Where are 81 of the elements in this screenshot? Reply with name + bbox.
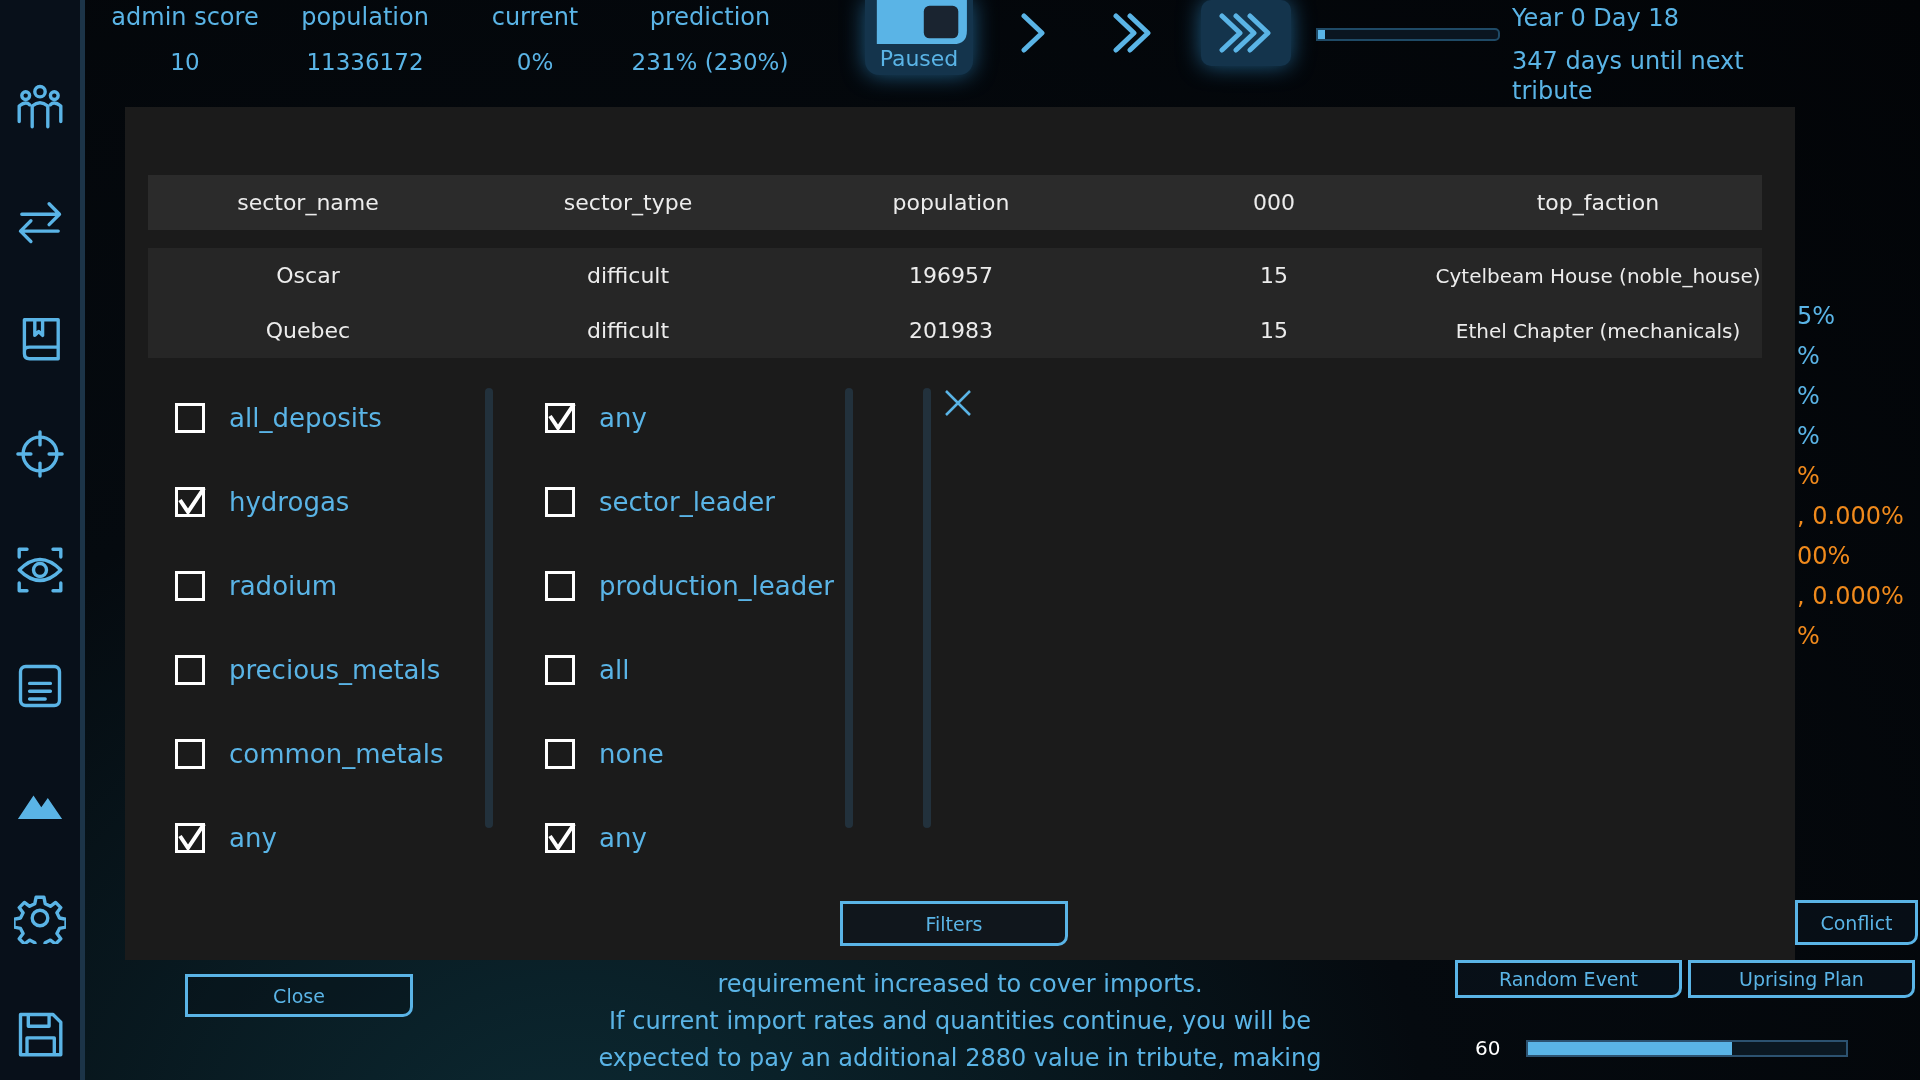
uprising-plan-button[interactable]: Uprising Plan	[1688, 960, 1915, 998]
column-header[interactable]: population	[788, 190, 1114, 215]
checkbox-label[interactable]: common_metals	[229, 739, 444, 769]
stat-label: prediction	[649, 3, 771, 31]
table-cell-text: difficult	[585, 263, 671, 288]
checkbox[interactable]	[175, 571, 205, 601]
percentage-value: , 0.000%	[1797, 502, 1905, 530]
percentage-value: %	[1797, 422, 1821, 450]
checkbox-label[interactable]: none	[599, 739, 664, 769]
scrollbar[interactable]	[845, 388, 853, 828]
pause-button[interactable]: Paused	[865, 0, 973, 75]
random-event-button[interactable]: Random Event	[1455, 960, 1682, 998]
checkbox-label[interactable]: production_leader	[599, 571, 834, 601]
checkbox[interactable]	[175, 487, 205, 517]
checkbox[interactable]	[545, 571, 575, 601]
stat-value: 11336172	[306, 49, 424, 75]
column-header[interactable]: sector_type	[468, 190, 788, 215]
checkbox[interactable]	[545, 403, 575, 433]
checkbox-label[interactable]: any	[599, 403, 647, 433]
checkbox-label[interactable]: precious_metals	[229, 655, 441, 685]
percentage-value: 00%	[1797, 542, 1852, 570]
stat-value: 10	[170, 49, 200, 75]
table-cell-text: difficult	[585, 318, 671, 343]
checkbox[interactable]	[175, 823, 205, 853]
message-line: If current import rates and quantities continue, you will be	[609, 1006, 1311, 1037]
percentage-value: %	[1797, 382, 1821, 410]
slider-fill[interactable]	[1528, 1041, 1732, 1055]
chevron-icon	[1021, 13, 1047, 53]
table-cell-text: 201983	[908, 318, 994, 343]
scrollbar[interactable]	[485, 388, 493, 828]
percentage-value: %	[1797, 342, 1821, 370]
crosshair-icon[interactable]	[14, 428, 66, 480]
checkbox[interactable]	[175, 403, 205, 433]
message-line: requirement increased to cover imports.	[717, 969, 1203, 1000]
chevron-icon	[1113, 13, 1153, 53]
stat-value: 231% (230%)	[631, 49, 789, 75]
checkbox-label[interactable]: radoium	[229, 571, 338, 601]
checkbox-label[interactable]: any	[229, 823, 277, 853]
chevron-icon	[1219, 13, 1273, 53]
checkbox-label[interactable]: all	[599, 655, 630, 685]
checkbox-label[interactable]: hydrogas	[229, 487, 350, 517]
stat-label: population	[301, 3, 429, 31]
percentage-value: , 0.000%	[1797, 582, 1905, 610]
date-label: Year 0 Day 18	[1512, 4, 1680, 32]
table-cell-text: 196957	[908, 263, 994, 288]
close-button[interactable]: Close	[185, 974, 413, 1017]
stat-label: admin score	[111, 3, 259, 31]
checkbox[interactable]	[545, 655, 575, 685]
slider-track[interactable]	[1526, 1039, 1849, 1057]
table-cell-text: Ethel Chapter (mechanicals)	[1454, 317, 1742, 345]
close-icon[interactable]	[943, 388, 973, 418]
message-line: expected to pay an additional 2880 value in tribute, making	[598, 1043, 1322, 1074]
scrollbar[interactable]	[923, 388, 931, 828]
slider-value: 60	[1475, 1036, 1501, 1060]
checkbox-label[interactable]: any	[599, 823, 647, 853]
table-cell-text: Quebec	[264, 318, 352, 343]
checkbox-label[interactable]: all_deposits	[229, 403, 382, 433]
table-cell-text: 15	[1259, 318, 1289, 343]
stat-label: current	[491, 3, 579, 31]
speed-button[interactable]	[1201, 0, 1291, 66]
table-cell-text: 15	[1259, 263, 1289, 288]
checkbox[interactable]	[545, 739, 575, 769]
tribute-countdown: 347 days until next tribute	[1512, 46, 1745, 106]
table-cell-text: Cytelbeam House (noble_house)	[1434, 262, 1762, 290]
stat-value: 0%	[516, 49, 554, 75]
table-cell-text: Oscar	[275, 263, 341, 288]
table-row[interactable]: Quebec difficult 201983 15 Ethel Chapter (mechanicals)	[148, 303, 1762, 358]
percentage-value: %	[1797, 622, 1821, 650]
column-header[interactable]: sector_name	[148, 190, 468, 215]
percentage-value: %	[1797, 462, 1821, 490]
conflict-button[interactable]: Conflict	[1795, 900, 1918, 945]
checkbox-label[interactable]: sector_leader	[599, 487, 775, 517]
checkbox[interactable]	[545, 487, 575, 517]
column-header[interactable]: 000	[1114, 190, 1434, 215]
checkbox[interactable]	[545, 823, 575, 853]
percentage-value: 5%	[1797, 302, 1837, 330]
checkbox[interactable]	[175, 655, 205, 685]
filters-button[interactable]: Filters	[840, 901, 1068, 946]
checkbox[interactable]	[175, 739, 205, 769]
table-row[interactable]: Oscar difficult 196957 15 Cytelbeam House (noble_house)	[148, 248, 1762, 303]
column-header[interactable]: top_faction	[1434, 190, 1762, 215]
